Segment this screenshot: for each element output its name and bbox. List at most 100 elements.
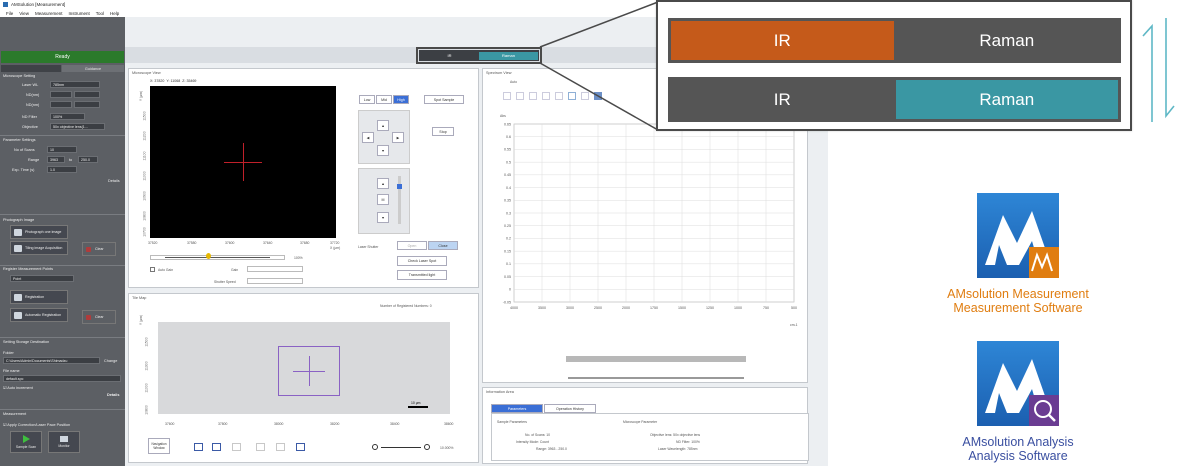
nd-filter-select[interactable]: 100% — [50, 113, 85, 120]
micro-x-tick: 37640 — [263, 241, 273, 245]
measurement-product-name: AMsolution Measurement Measurement Softw… — [880, 287, 1156, 315]
exp-time-input[interactable]: 1.0 — [47, 166, 77, 173]
y-tick-label: 0.35 — [504, 199, 511, 203]
spot-sample-button[interactable]: Spot Sample — [424, 95, 464, 104]
folder-change-button[interactable]: Change — [104, 359, 117, 363]
select-icon[interactable] — [212, 443, 221, 451]
z-down-button[interactable]: ▼ — [377, 212, 389, 223]
toggle-raman-selected: IR Raman — [668, 77, 1121, 122]
sidebar-divider — [0, 337, 125, 338]
menu-view[interactable]: View — [19, 11, 29, 16]
spectrum-chart[interactable]: 0.650.60.550.50.450.40.350.30.250.20.150… — [488, 118, 800, 328]
photograph-clear-label: Clear — [95, 247, 104, 251]
zoom-in-icon[interactable] — [424, 444, 430, 450]
menu-instrument[interactable]: Instrument — [68, 11, 89, 16]
erase-icon[interactable] — [296, 443, 305, 451]
tab-parameters[interactable]: Parameters — [491, 404, 543, 413]
storage-details-link[interactable]: Details — [107, 393, 119, 397]
navigation-window-button[interactable]: Navigation Window — [148, 438, 170, 454]
scans-input[interactable]: 10 — [47, 146, 77, 153]
monitor-button[interactable]: Monitor — [48, 431, 80, 453]
z-up-button[interactable]: ▲ — [377, 178, 389, 189]
photograph-clear-button[interactable]: Clear — [82, 242, 116, 256]
point-type-select[interactable]: Point — [10, 275, 74, 282]
camera-view[interactable] — [150, 86, 336, 238]
zoom-out-icon[interactable] — [372, 444, 378, 450]
auto-registration-button[interactable]: Automatic Registration — [10, 308, 68, 322]
stage-left-button[interactable]: ◀ — [362, 132, 374, 143]
tile-x-tick: 38400 — [390, 422, 400, 426]
y-tick-label: 0.6 — [506, 135, 511, 139]
scans-label: No of Scans — [14, 148, 35, 152]
microscope-param: Objective lens: 50x objective lens — [650, 433, 701, 437]
menu-file[interactable]: File — [6, 11, 13, 16]
move-icon[interactable] — [232, 443, 241, 451]
y-tick-label: 0.1 — [506, 262, 511, 266]
check-laser-spot-button[interactable]: Check Laser Spot — [397, 256, 447, 266]
stage-up-button[interactable]: ▲ — [377, 120, 389, 131]
clear-icon — [86, 247, 91, 252]
auto-gain-checkbox[interactable] — [150, 267, 155, 272]
sidebar-tab-main[interactable] — [1, 65, 61, 72]
x-tick-label: 2500 — [594, 306, 602, 310]
tool-icon[interactable] — [503, 92, 511, 100]
map-zoom-slider[interactable] — [381, 447, 421, 448]
zoom-low-button[interactable]: Low — [359, 95, 375, 104]
auto-increment-checkbox[interactable]: ☑ Auto increment — [3, 385, 33, 390]
folder-input[interactable]: C:\Users\Admin\Documents\Shimadzu — [3, 357, 100, 364]
transmitted-light-button[interactable]: Transmitted light — [397, 270, 447, 280]
stage-down-button[interactable]: ▼ — [377, 145, 389, 156]
measurement-product-line2: Measurement Software — [953, 301, 1083, 315]
brightness-slider[interactable] — [150, 255, 285, 260]
microscope-setting-title: Microscope Setting — [3, 74, 36, 78]
sample-param: Range: 3963 - 250.0 — [536, 447, 567, 451]
register-clear-button[interactable]: Clear — [82, 310, 116, 324]
z-mid-button[interactable]: M — [377, 194, 389, 205]
menu-measurement[interactable]: Measurement — [35, 11, 63, 16]
tiling-button[interactable]: Tiling image Acquisition — [10, 241, 68, 255]
laser-wl-select[interactable]: 785nm — [50, 81, 100, 88]
micro-x-tick: 37680 — [300, 241, 310, 245]
fit-icon[interactable] — [194, 443, 203, 451]
analysis-product-line2: Analysis Software — [968, 449, 1068, 463]
y-tick-label: 0.55 — [504, 148, 511, 152]
sample-scan-button[interactable]: Sample Scan — [10, 431, 42, 453]
registration-button[interactable]: Registration — [10, 290, 68, 304]
nd-select-2b[interactable] — [74, 101, 100, 108]
mode-toggle-callout: IR Raman IR Raman — [656, 0, 1132, 131]
shutter-slider[interactable] — [247, 278, 303, 284]
delete-point-icon[interactable] — [276, 443, 285, 451]
objective-select[interactable]: 50x objective lens(1... — [50, 123, 105, 130]
sidebar-tab-guidance[interactable]: Guidance — [62, 65, 124, 72]
stop-button[interactable]: Stop — [432, 127, 454, 136]
apply-correction-checkbox[interactable]: ☑ Apply Correction/Laser Pace Position — [3, 422, 70, 427]
tile-x-tick: 37800 — [218, 422, 228, 426]
menu-tool[interactable]: Tool — [96, 11, 104, 16]
z-slider[interactable] — [397, 176, 402, 224]
laser-close-button[interactable]: Close — [428, 241, 458, 250]
laser-open-button[interactable]: Open — [397, 241, 427, 250]
micro-y-tick: 11500 — [142, 111, 147, 121]
range-from-input[interactable]: 3963 — [47, 156, 65, 163]
photograph-one-button[interactable]: Photograph one image — [10, 225, 68, 239]
draw-icon[interactable] — [256, 443, 265, 451]
range-to-input[interactable]: 250.0 — [78, 156, 98, 163]
parameter-details-link[interactable]: Details — [108, 179, 120, 183]
gain-slider[interactable] — [247, 266, 303, 272]
tab-operation-history[interactable]: Operation History — [544, 404, 596, 413]
zoom-mid-button[interactable]: Mid — [376, 95, 392, 104]
stage-right-button[interactable]: ▶ — [392, 132, 404, 143]
menu-help[interactable]: Help — [110, 11, 119, 16]
nd-select-2[interactable] — [50, 101, 72, 108]
x-tick-label: 2000 — [622, 306, 630, 310]
tool-icon[interactable] — [516, 92, 524, 100]
nd-select-1[interactable] — [50, 91, 72, 98]
parameter-settings-title: Parameter Settings — [3, 138, 36, 142]
zoom-high-button[interactable]: High — [393, 95, 409, 104]
spectrum-scroll-bar[interactable] — [566, 356, 746, 362]
nd-select-1b[interactable] — [74, 91, 100, 98]
filename-input[interactable]: default.spc — [3, 375, 121, 382]
brightness-value: 100% — [294, 256, 303, 260]
measurement-product-line1: AMsolution Measurement — [947, 287, 1089, 301]
tile-map-canvas[interactable]: 10 μm — [158, 322, 450, 414]
